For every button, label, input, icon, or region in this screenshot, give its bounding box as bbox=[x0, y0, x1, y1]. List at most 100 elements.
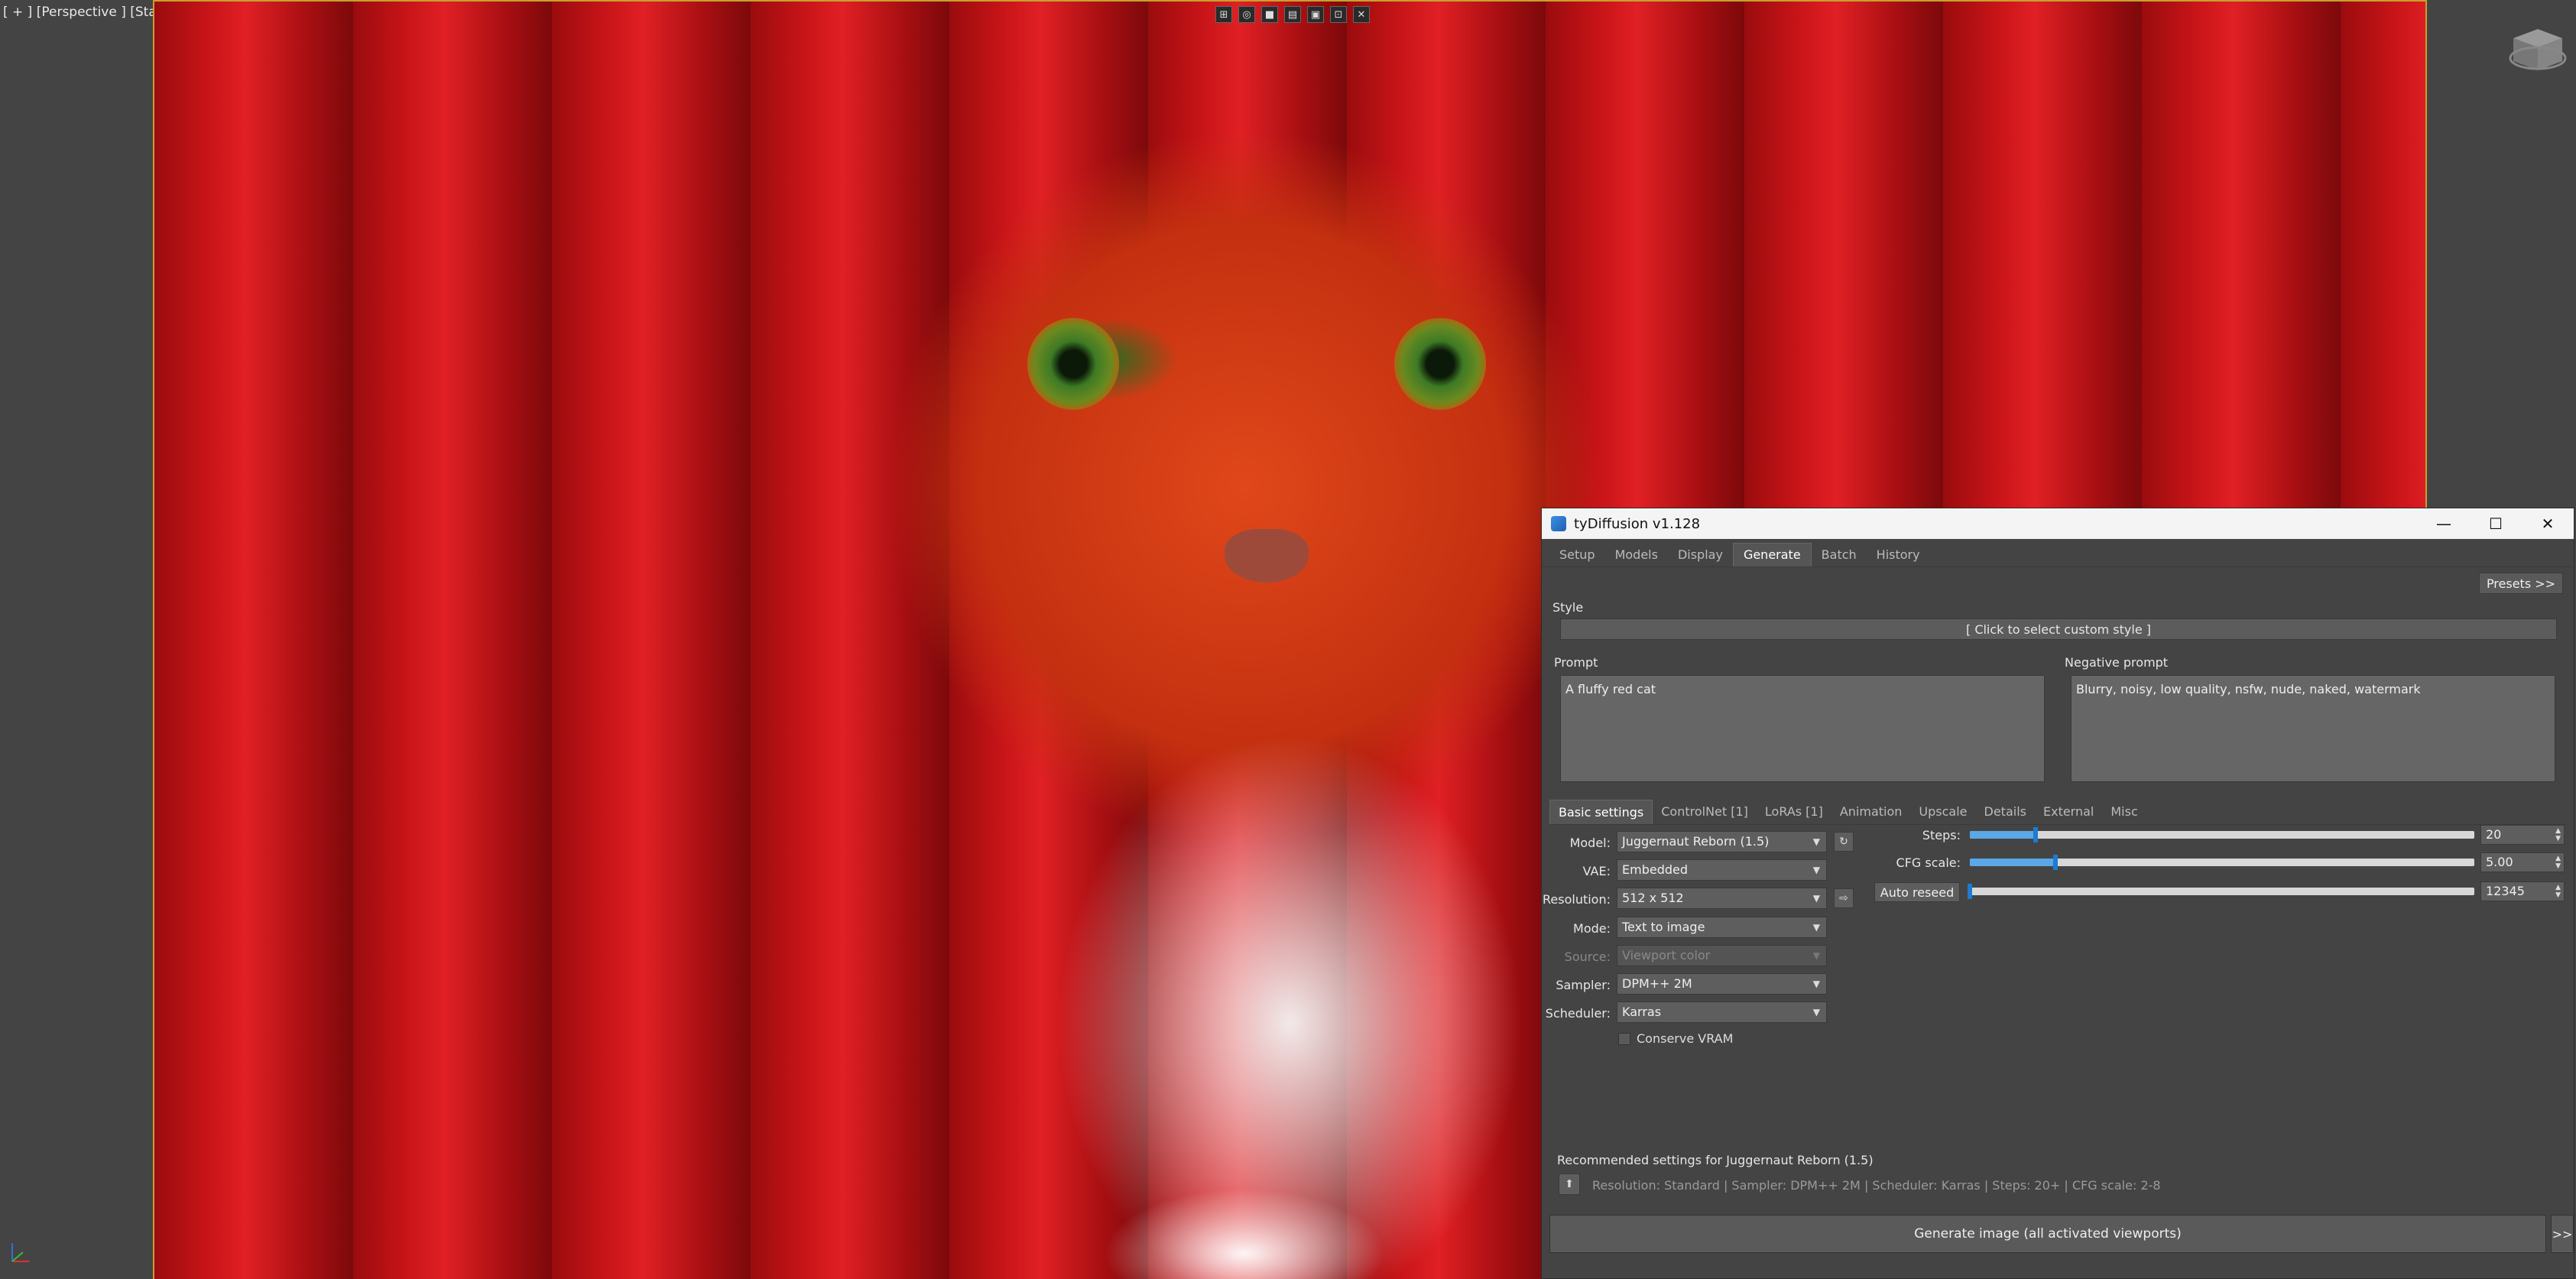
cfg-value: 5.00 bbox=[2486, 855, 2513, 869]
scheduler-value: Karras bbox=[1622, 1005, 1662, 1019]
generate-button[interactable]: Generate image (all activated viewports) bbox=[1549, 1215, 2546, 1253]
tab-controlnet[interactable]: ControlNet [1] bbox=[1653, 800, 1757, 824]
mode-dropdown[interactable]: Text to image ▼ bbox=[1617, 917, 1827, 938]
sampler-label: Sampler: bbox=[1556, 978, 1611, 992]
app-icon bbox=[1551, 516, 1566, 531]
main-tabs: Setup Models Display Generate Batch Hist… bbox=[1542, 539, 2574, 567]
vae-label: VAE: bbox=[1582, 864, 1611, 878]
steps-slider[interactable] bbox=[1970, 827, 2474, 842]
style-label: Style bbox=[1552, 600, 1584, 615]
resolution-label: Resolution: bbox=[1543, 892, 1611, 907]
minimize-button[interactable]: — bbox=[2418, 508, 2470, 539]
render-icon[interactable]: ■ bbox=[1261, 6, 1278, 23]
cat-right-eye bbox=[1394, 318, 1486, 410]
window-title: tyDiffusion v1.128 bbox=[1574, 515, 1701, 532]
title-bar[interactable]: tyDiffusion v1.128 — ☐ ✕ bbox=[1542, 508, 2574, 539]
chevron-down-icon: ▼ bbox=[1812, 922, 1820, 933]
checkbox-box[interactable] bbox=[1618, 1032, 1630, 1045]
tab-upscale[interactable]: Upscale bbox=[1910, 800, 1975, 824]
sampler-value: DPM++ 2M bbox=[1622, 976, 1692, 991]
scheduler-label: Scheduler: bbox=[1545, 1006, 1611, 1021]
grid-icon[interactable]: ⊡ bbox=[1330, 6, 1347, 23]
cat-left-eye bbox=[1027, 318, 1119, 410]
mode-label: Mode: bbox=[1573, 921, 1611, 936]
tab-models[interactable]: Models bbox=[1605, 544, 1668, 566]
seed-slider[interactable] bbox=[1968, 884, 2474, 899]
steps-label: Steps: bbox=[1922, 828, 1961, 842]
viewcube-icon[interactable] bbox=[2509, 26, 2567, 73]
model-value: Juggernaut Reborn (1.5) bbox=[1622, 834, 1770, 849]
tab-setup[interactable]: Setup bbox=[1549, 544, 1605, 566]
chevron-down-icon: ▼ bbox=[1812, 950, 1820, 961]
source-dropdown: Viewport color ▼ bbox=[1617, 945, 1827, 966]
chevron-down-icon: ▼ bbox=[1812, 979, 1820, 989]
chevron-down-icon: ▼ bbox=[1812, 865, 1820, 875]
apply-recommended-icon[interactable]: ⬆ bbox=[1559, 1173, 1580, 1195]
maximize-button[interactable]: ☐ bbox=[2470, 508, 2522, 539]
axis-gizmo-icon bbox=[11, 1243, 29, 1262]
conserve-vram-label: Conserve VRAM bbox=[1637, 1031, 1734, 1046]
negative-prompt-textarea[interactable]: Blurry, noisy, low quality, nsfw, nude, … bbox=[2071, 675, 2555, 782]
negative-prompt-label: Negative prompt bbox=[2065, 655, 2169, 670]
tab-history[interactable]: History bbox=[1867, 544, 1930, 566]
chevron-down-icon: ▼ bbox=[1812, 893, 1820, 904]
source-label: Source: bbox=[1564, 950, 1611, 964]
spinner-icon[interactable]: ▲ ▼ bbox=[2555, 855, 2561, 870]
steps-input[interactable]: 20 ▲ ▼ bbox=[2480, 825, 2565, 845]
close-icon[interactable]: ✕ bbox=[1353, 6, 1370, 23]
spinner-icon[interactable]: ▲ ▼ bbox=[2555, 827, 2561, 842]
mode-value: Text to image bbox=[1622, 920, 1705, 934]
cfg-label: CFG scale: bbox=[1896, 855, 1961, 870]
more-button[interactable]: >> bbox=[2551, 1215, 2574, 1253]
cat-nose bbox=[1225, 529, 1309, 583]
swap-resolution-button[interactable]: ⇨ bbox=[1834, 888, 1854, 908]
scheduler-dropdown[interactable]: Karras ▼ bbox=[1617, 1001, 1827, 1023]
tab-details[interactable]: Details bbox=[1976, 800, 2035, 824]
slider-thumb[interactable] bbox=[2033, 827, 2038, 842]
source-value: Viewport color bbox=[1622, 948, 1711, 962]
viewport-toolbar: ⊞ ◎ ■ ▤ ▣ ⊡ ✕ bbox=[1215, 6, 1370, 23]
tab-display[interactable]: Display bbox=[1668, 544, 1733, 566]
conserve-vram-checkbox[interactable]: Conserve VRAM bbox=[1618, 1031, 1733, 1046]
views-icon[interactable]: ◎ bbox=[1238, 6, 1255, 23]
sampler-dropdown[interactable]: DPM++ 2M ▼ bbox=[1617, 973, 1827, 995]
select-style-button[interactable]: [ Click to select custom style ] bbox=[1560, 618, 2557, 640]
auto-reseed-button[interactable]: Auto reseed bbox=[1874, 882, 1960, 902]
slider-thumb[interactable] bbox=[1968, 884, 1972, 899]
tab-basic-settings[interactable]: Basic settings bbox=[1549, 800, 1653, 824]
prompt-textarea[interactable]: A fluffy red cat bbox=[1560, 675, 2045, 782]
frame-icon[interactable]: ▤ bbox=[1284, 6, 1301, 23]
resolution-value: 512 x 512 bbox=[1622, 891, 1684, 905]
cfg-input[interactable]: 5.00 ▲ ▼ bbox=[2480, 852, 2565, 872]
slider-fill bbox=[1970, 831, 2036, 839]
refresh-model-button[interactable]: ↻ bbox=[1834, 832, 1854, 852]
recommended-title: Recommended settings for Juggernaut Rebo… bbox=[1557, 1153, 1874, 1167]
tab-generate[interactable]: Generate bbox=[1732, 543, 1812, 566]
prompt-label: Prompt bbox=[1554, 655, 1598, 670]
settings-tabs: Basic settings ControlNet [1] LoRAs [1] … bbox=[1549, 800, 2566, 825]
presets-button[interactable]: Presets >> bbox=[2479, 573, 2563, 594]
slider-thumb[interactable] bbox=[2053, 855, 2059, 870]
close-button[interactable]: ✕ bbox=[2522, 508, 2574, 539]
resolution-dropdown[interactable]: 512 x 512 ▼ bbox=[1617, 888, 1827, 909]
chevron-down-icon: ▼ bbox=[1812, 1007, 1820, 1018]
tab-loras[interactable]: LoRAs [1] bbox=[1757, 800, 1831, 824]
steps-value: 20 bbox=[2486, 827, 2502, 842]
spinner-icon[interactable]: ▲ ▼ bbox=[2555, 884, 2561, 899]
model-label: Model: bbox=[1569, 836, 1611, 850]
recommended-settings: Resolution: Standard | Sampler: DPM++ 2M… bbox=[1592, 1178, 2161, 1193]
tydiffusion-window: tyDiffusion v1.128 — ☐ ✕ Setup Models Di… bbox=[1541, 508, 2574, 1279]
tab-misc[interactable]: Misc bbox=[2102, 800, 2146, 824]
tab-batch[interactable]: Batch bbox=[1812, 544, 1867, 566]
seed-value: 12345 bbox=[2486, 884, 2525, 898]
tab-external[interactable]: External bbox=[2035, 800, 2102, 824]
slider-fill bbox=[1970, 859, 2056, 866]
tab-animation[interactable]: Animation bbox=[1831, 800, 1911, 824]
maximize-icon[interactable]: ⊞ bbox=[1215, 6, 1232, 23]
screenshot-icon[interactable]: ▣ bbox=[1307, 6, 1324, 23]
chevron-down-icon: ▼ bbox=[1812, 836, 1820, 847]
model-dropdown[interactable]: Juggernaut Reborn (1.5) ▼ bbox=[1617, 831, 1827, 852]
cfg-slider[interactable] bbox=[1970, 855, 2474, 870]
vae-dropdown[interactable]: Embedded ▼ bbox=[1617, 859, 1827, 881]
seed-input[interactable]: 12345 ▲ ▼ bbox=[2480, 881, 2565, 901]
